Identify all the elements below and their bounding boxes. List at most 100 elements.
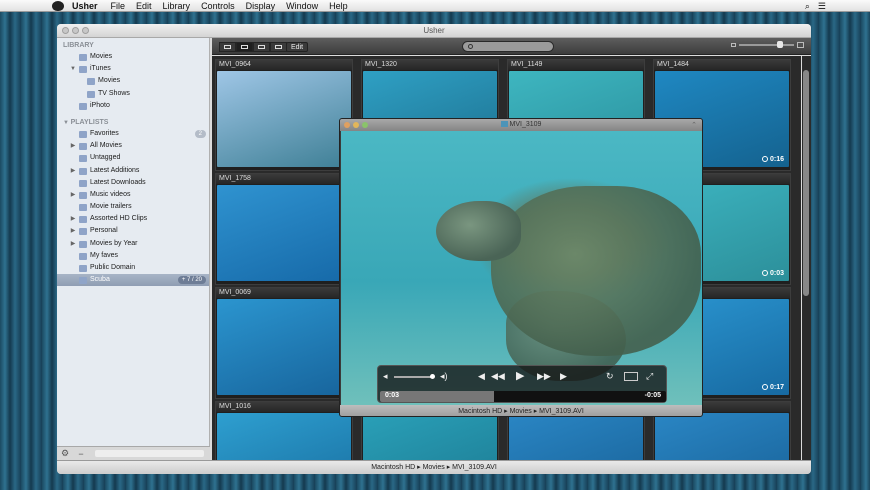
playlist-icon: [87, 90, 95, 98]
sidebar-item-sidebar.library[interactable]: Movies: [57, 51, 209, 63]
disclosure-triangle-icon[interactable]: ▶: [69, 189, 77, 201]
grid-scrollbar-thumb[interactable]: [803, 70, 809, 296]
sidebar-item-sidebar.playlists[interactable]: ▶ Latest Additions: [57, 165, 209, 177]
sidebar-item-label: Movies: [98, 77, 121, 85]
playlist-icon: [79, 252, 87, 260]
disclosure-triangle-icon[interactable]: ▶: [69, 165, 77, 177]
menu-file[interactable]: File: [111, 1, 126, 11]
view-mode-list-button[interactable]: [219, 42, 236, 52]
notification-list-icon[interactable]: ☰: [818, 1, 826, 12]
movie-tile[interactable]: MVI_0964: [215, 59, 353, 171]
sidebar-item-label: Music videos: [90, 190, 131, 198]
sidebar-item-label: Movies by Year: [90, 239, 138, 247]
sidebar-item-sidebar.playlists[interactable]: ▶ Personal: [57, 225, 209, 237]
movie-tile-title: MVI_0964: [216, 60, 352, 70]
disclosure-triangle-icon[interactable]: ▶: [69, 140, 77, 152]
view-mode-columns-button[interactable]: [253, 42, 270, 52]
movie-tile-title: MVI_1016: [216, 402, 352, 412]
sidebar-item-sidebar.playlists[interactable]: Scuba + 7 / 20: [57, 274, 209, 287]
disclosure-triangle-icon[interactable]: ▶: [69, 238, 77, 250]
sidebar-item-sidebar.playlists[interactable]: Untagged: [57, 152, 209, 164]
remove-playlist-button[interactable]: −: [73, 449, 89, 459]
sidebar-item-sidebar.playlists[interactable]: Public Domain: [57, 262, 209, 274]
grid-scrollbar[interactable]: [802, 56, 811, 460]
spotlight-search-icon[interactable]: ⌕: [805, 1, 810, 12]
rewind-icon[interactable]: ◀◀: [491, 371, 505, 382]
volume-slider[interactable]: [394, 374, 435, 379]
movie-tile[interactable]: MVI_1758: [215, 173, 353, 285]
toolbar: Edit: [212, 38, 811, 55]
sidebar-item-label: iPhoto: [90, 101, 110, 109]
sidebar-item-sidebar.playlists[interactable]: My faves: [57, 250, 209, 262]
disclosure-triangle-icon[interactable]: ▶: [69, 213, 77, 225]
movie-tile-title: MVI_1149: [508, 60, 644, 70]
playlist-icon: [79, 228, 87, 236]
sidebar-item-sidebar.library[interactable]: Movies: [57, 75, 209, 87]
edit-button[interactable]: Edit: [286, 42, 309, 52]
movie-duration: 0:17: [761, 384, 784, 391]
sidebar-item-label: Movies: [90, 53, 113, 60]
sidebar-item-sidebar.library[interactable]: TV Shows: [57, 88, 209, 100]
movie-tile[interactable]: MVI_0069: [215, 287, 353, 399]
sidebar-item-label: Assorted HD Clips: [90, 215, 148, 223]
sidebar-item-label: Movie trailers: [90, 203, 132, 211]
menu-edit[interactable]: Edit: [136, 1, 152, 11]
turtle-shell-shape: [491, 186, 701, 356]
fullscreen-icon[interactable]: ⤢: [646, 371, 653, 382]
playlists-disclosure-icon[interactable]: ▼: [63, 120, 71, 126]
remaining-time: -0:05: [644, 392, 661, 399]
player-title: MVI_3109: [509, 121, 542, 128]
duration-text: 0:16: [769, 156, 784, 163]
loop-icon[interactable]: ↻: [606, 371, 614, 382]
menu-library[interactable]: Library: [163, 1, 191, 11]
playlist-icon: [79, 191, 87, 199]
sidebar-item-sidebar.playlists[interactable]: Movie trailers: [57, 201, 209, 213]
view-mode-grid-button[interactable]: [236, 42, 253, 52]
search-input[interactable]: [462, 41, 554, 52]
disclosure-triangle-icon[interactable]: ▶: [69, 225, 77, 237]
progress-bar[interactable]: 0:03 -0:05: [380, 391, 666, 402]
player-fullscreen-icon[interactable]: ⌃: [691, 121, 697, 129]
gear-icon[interactable]: ⚙: [57, 448, 73, 459]
window-title: Usher: [423, 26, 445, 35]
video-frame[interactable]: ◂ ◂) ◀ ◀◀ ▶ ▶▶ ▶ ↻ ⤢ 0:03 -0:05: [341, 131, 702, 405]
play-icon[interactable]: ▶: [516, 369, 524, 382]
sidebar-item-sidebar.playlists[interactable]: ▶ Music videos: [57, 189, 209, 201]
thumbnail-size-track[interactable]: [739, 41, 794, 48]
movie-tile-title: MVI_1484: [654, 60, 790, 70]
movie-thumbnail[interactable]: [217, 71, 351, 167]
sidebar-item-sidebar.playlists[interactable]: Favorites 2: [57, 128, 209, 140]
sidebar-item-sidebar.library[interactable]: iPhoto: [57, 100, 209, 112]
thumbnail-size-slider[interactable]: [731, 41, 804, 48]
sidebar-item-label: Untagged: [90, 154, 121, 162]
playback-controls-hud: ◂ ◂) ◀ ◀◀ ▶ ▶▶ ▶ ↻ ⤢ 0:03 -0:05: [377, 365, 667, 403]
window-size-icon[interactable]: [624, 372, 638, 381]
menu-window[interactable]: Window: [286, 1, 318, 11]
playlist-icon: [79, 204, 87, 212]
fast-forward-icon[interactable]: ▶▶: [537, 371, 551, 382]
disclosure-triangle-icon[interactable]: ▼: [69, 63, 77, 75]
next-icon[interactable]: ▶: [560, 371, 567, 382]
sidebar-item-sidebar.playlists[interactable]: ▶ All Movies: [57, 140, 209, 152]
view-mode-coverflow-button[interactable]: [270, 42, 287, 52]
apple-menu-icon[interactable]: [52, 0, 64, 11]
clock-icon: [761, 270, 768, 276]
menu-help[interactable]: Help: [329, 1, 348, 11]
sidebar-item-sidebar.playlists[interactable]: ▶ Assorted HD Clips: [57, 213, 209, 225]
window-titlebar: Usher: [57, 24, 811, 38]
sidebar-item-sidebar.library[interactable]: ▼ iTunes: [57, 63, 209, 75]
menu-controls[interactable]: Controls: [201, 1, 235, 11]
sidebar-item-sidebar.playlists[interactable]: Latest Downloads: [57, 177, 209, 189]
previous-icon[interactable]: ◀: [478, 371, 485, 382]
menu-display[interactable]: Display: [246, 1, 276, 11]
thumbnail-size-knob[interactable]: [777, 41, 783, 48]
playlist-icon: [79, 130, 87, 138]
player-path: Macintosh HD ▸ Movies ▸ MVI_3109.AVI: [458, 408, 584, 415]
sidebar-item-sidebar.playlists[interactable]: ▶ Movies by Year: [57, 238, 209, 250]
movie-thumbnail[interactable]: [217, 185, 351, 281]
app-menu[interactable]: Usher: [72, 1, 98, 11]
item-count-badge: 2: [194, 129, 206, 138]
playlist-icon: [87, 78, 95, 86]
movie-thumbnail[interactable]: [217, 299, 351, 395]
volume-knob[interactable]: [430, 374, 435, 379]
